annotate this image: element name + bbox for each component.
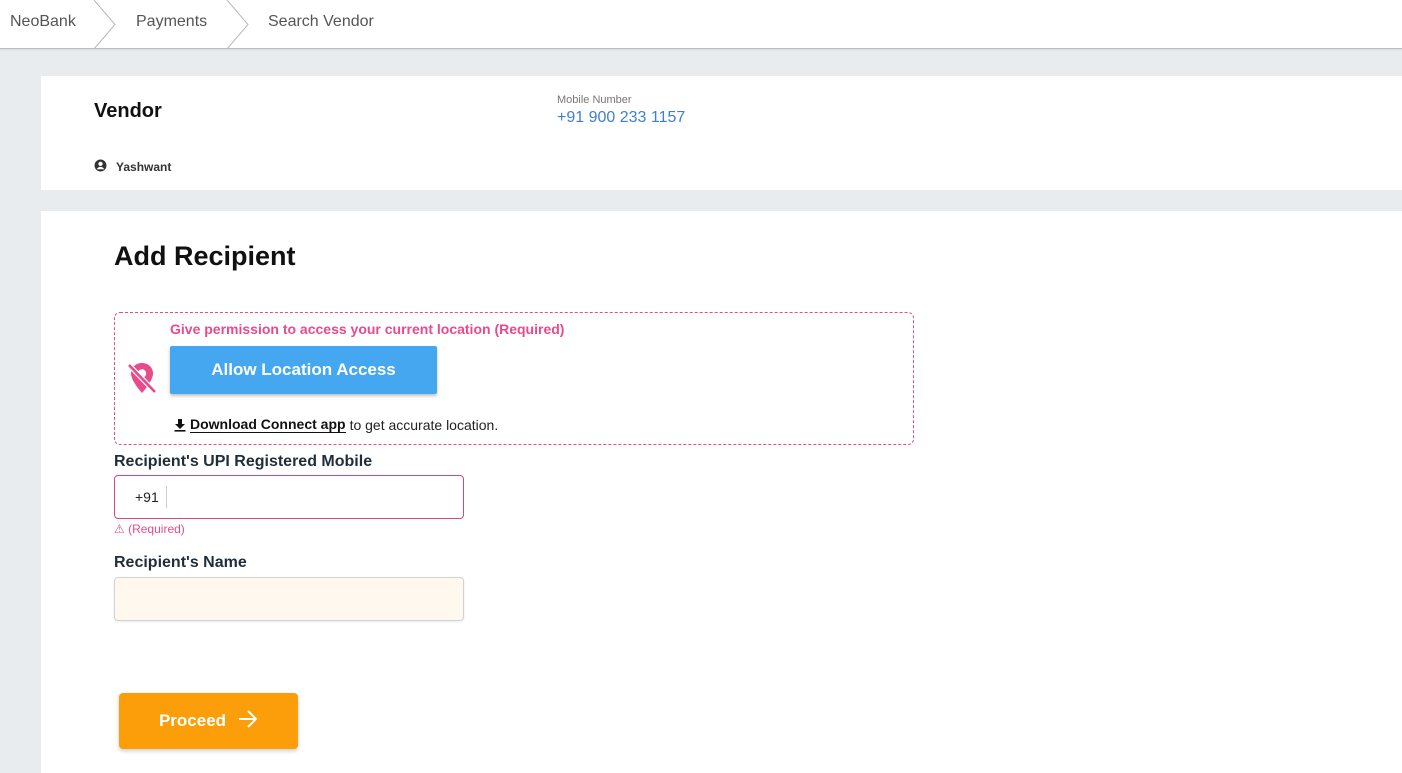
breadcrumb-item-search-vendor[interactable]: Search Vendor <box>268 0 374 48</box>
breadcrumb-separator <box>93 0 117 49</box>
location-permission-message: Give permission to access your current l… <box>170 321 565 337</box>
country-code-prefix: +91 <box>135 489 159 505</box>
user-circle-icon <box>94 159 107 175</box>
upi-mobile-field: +91 <box>114 475 464 519</box>
recipient-name-label: Recipient's Name <box>114 554 247 571</box>
vendor-user-name: Yashwant <box>116 160 172 174</box>
prefix-divider <box>166 486 167 508</box>
proceed-button[interactable]: Proceed <box>119 693 298 749</box>
arrow-right-icon <box>238 709 258 733</box>
mobile-number-value: +91 900 233 1157 <box>557 109 686 126</box>
upi-mobile-label: Recipient's UPI Registered Mobile <box>114 453 373 470</box>
breadcrumb-item-payments[interactable]: Payments <box>136 0 207 48</box>
proceed-button-label: Proceed <box>158 711 227 730</box>
add-recipient-card: Add Recipient Give permission to access … <box>41 211 1402 773</box>
vendor-title: Vendor <box>94 100 162 122</box>
location-permission-box: Give permission to access your current l… <box>114 312 914 445</box>
location-off-icon <box>127 361 157 395</box>
breadcrumb-item-neobank[interactable]: NeoBank <box>10 0 76 48</box>
download-connect-app-link[interactable]: Download Connect app <box>190 417 346 433</box>
page-title: Add Recipient <box>114 241 296 271</box>
vendor-card: Vendor Yashwant Mobile Number +91 900 23… <box>41 76 1402 190</box>
download-app-line: Download Connect app to get accurate loc… <box>173 416 498 434</box>
upi-mobile-input[interactable] <box>173 480 458 514</box>
breadcrumb-separator <box>226 0 250 49</box>
mobile-number-label: Mobile Number <box>557 94 632 106</box>
mobile-required-error: ⚠ (Required) <box>114 522 185 536</box>
download-icon <box>173 418 187 432</box>
download-app-suffix: to get accurate location. <box>349 417 499 433</box>
breadcrumb: NeoBank Payments Search Vendor <box>0 0 1402 49</box>
allow-location-button[interactable]: Allow Location Access <box>170 346 437 394</box>
recipient-name-input[interactable] <box>114 577 464 621</box>
vendor-user: Yashwant <box>94 159 171 175</box>
